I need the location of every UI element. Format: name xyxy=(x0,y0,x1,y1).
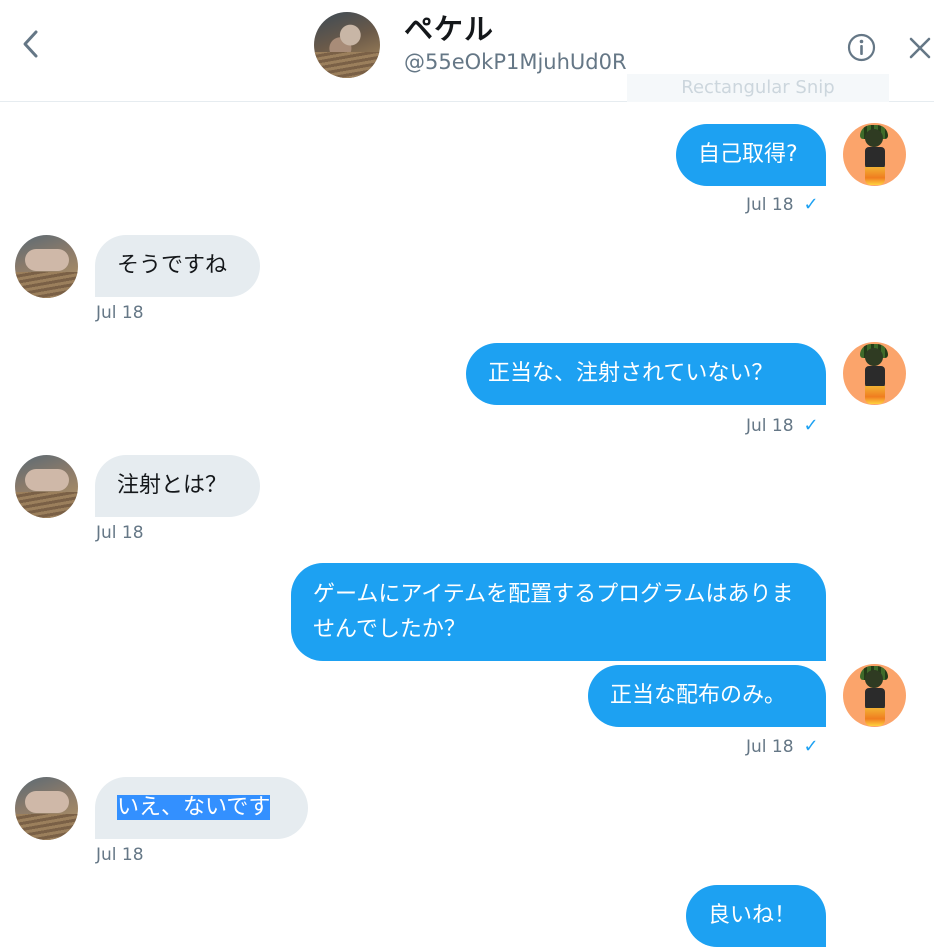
my-avatar[interactable] xyxy=(843,342,906,405)
message-bubble-incoming[interactable]: いえ、ないです xyxy=(95,777,308,839)
contact-avatar[interactable] xyxy=(15,455,78,518)
my-avatar[interactable] xyxy=(843,664,906,727)
timestamp: Jul 18 xyxy=(746,195,794,215)
my-avatar[interactable] xyxy=(843,123,906,186)
message-bubble-incoming[interactable]: そうですね xyxy=(95,235,260,297)
message-text: そうですね xyxy=(117,253,228,278)
header-name[interactable]: ペケル xyxy=(404,6,494,48)
close-icon[interactable] xyxy=(907,35,933,61)
info-icon[interactable] xyxy=(847,33,876,62)
timestamp: Jul 18 xyxy=(96,523,144,543)
message-bubble-outgoing[interactable]: 良いね！ xyxy=(686,885,826,947)
contact-avatar[interactable] xyxy=(15,235,78,298)
message-text-selected: いえ、ないです xyxy=(117,795,271,820)
message-meta: Jul 18 ✓ xyxy=(746,194,819,215)
message-meta: Jul 18 ✓ xyxy=(746,415,819,436)
timestamp: Jul 18 xyxy=(96,845,144,865)
message-bubble-incoming[interactable]: 注射とは？ xyxy=(95,455,260,517)
message-bubble-outgoing[interactable]: 正当な、注射されていない？ xyxy=(466,343,826,405)
message-bubble-outgoing[interactable]: 正当な配布のみ。 xyxy=(588,665,826,727)
message-text: 自己取得? xyxy=(698,142,798,167)
header-handle[interactable]: @55eOkP1MjuhUd0R xyxy=(404,50,627,74)
message-bubble-outgoing[interactable]: ゲームにアイテムを配置するプログラムはありませんでしたか？ xyxy=(291,563,826,661)
message-text: ゲームにアイテムを配置するプログラムはありませんでしたか？ xyxy=(313,582,794,642)
read-check-icon: ✓ xyxy=(803,736,819,757)
read-check-icon: ✓ xyxy=(803,415,819,436)
timestamp: Jul 18 xyxy=(746,737,794,757)
timestamp: Jul 18 xyxy=(746,416,794,436)
header-avatar[interactable] xyxy=(314,12,380,78)
message-text: 正当な、注射されていない？ xyxy=(488,361,774,386)
timestamp: Jul 18 xyxy=(96,303,144,323)
message-meta: Jul 18 ✓ xyxy=(746,736,819,757)
snip-overlay-label: Rectangular Snip xyxy=(627,74,889,102)
conversation-header: ペケル @55eOkP1MjuhUd0R Rectangular Snip xyxy=(0,0,934,102)
chevron-left-icon[interactable] xyxy=(18,28,46,60)
message-text: 良いね！ xyxy=(708,903,797,928)
read-check-icon: ✓ xyxy=(803,194,819,215)
contact-avatar[interactable] xyxy=(15,777,78,840)
message-text: 正当な配布のみ。 xyxy=(610,683,787,708)
message-text: 注射とは？ xyxy=(117,473,228,498)
message-bubble-outgoing[interactable]: 自己取得? xyxy=(676,124,826,186)
